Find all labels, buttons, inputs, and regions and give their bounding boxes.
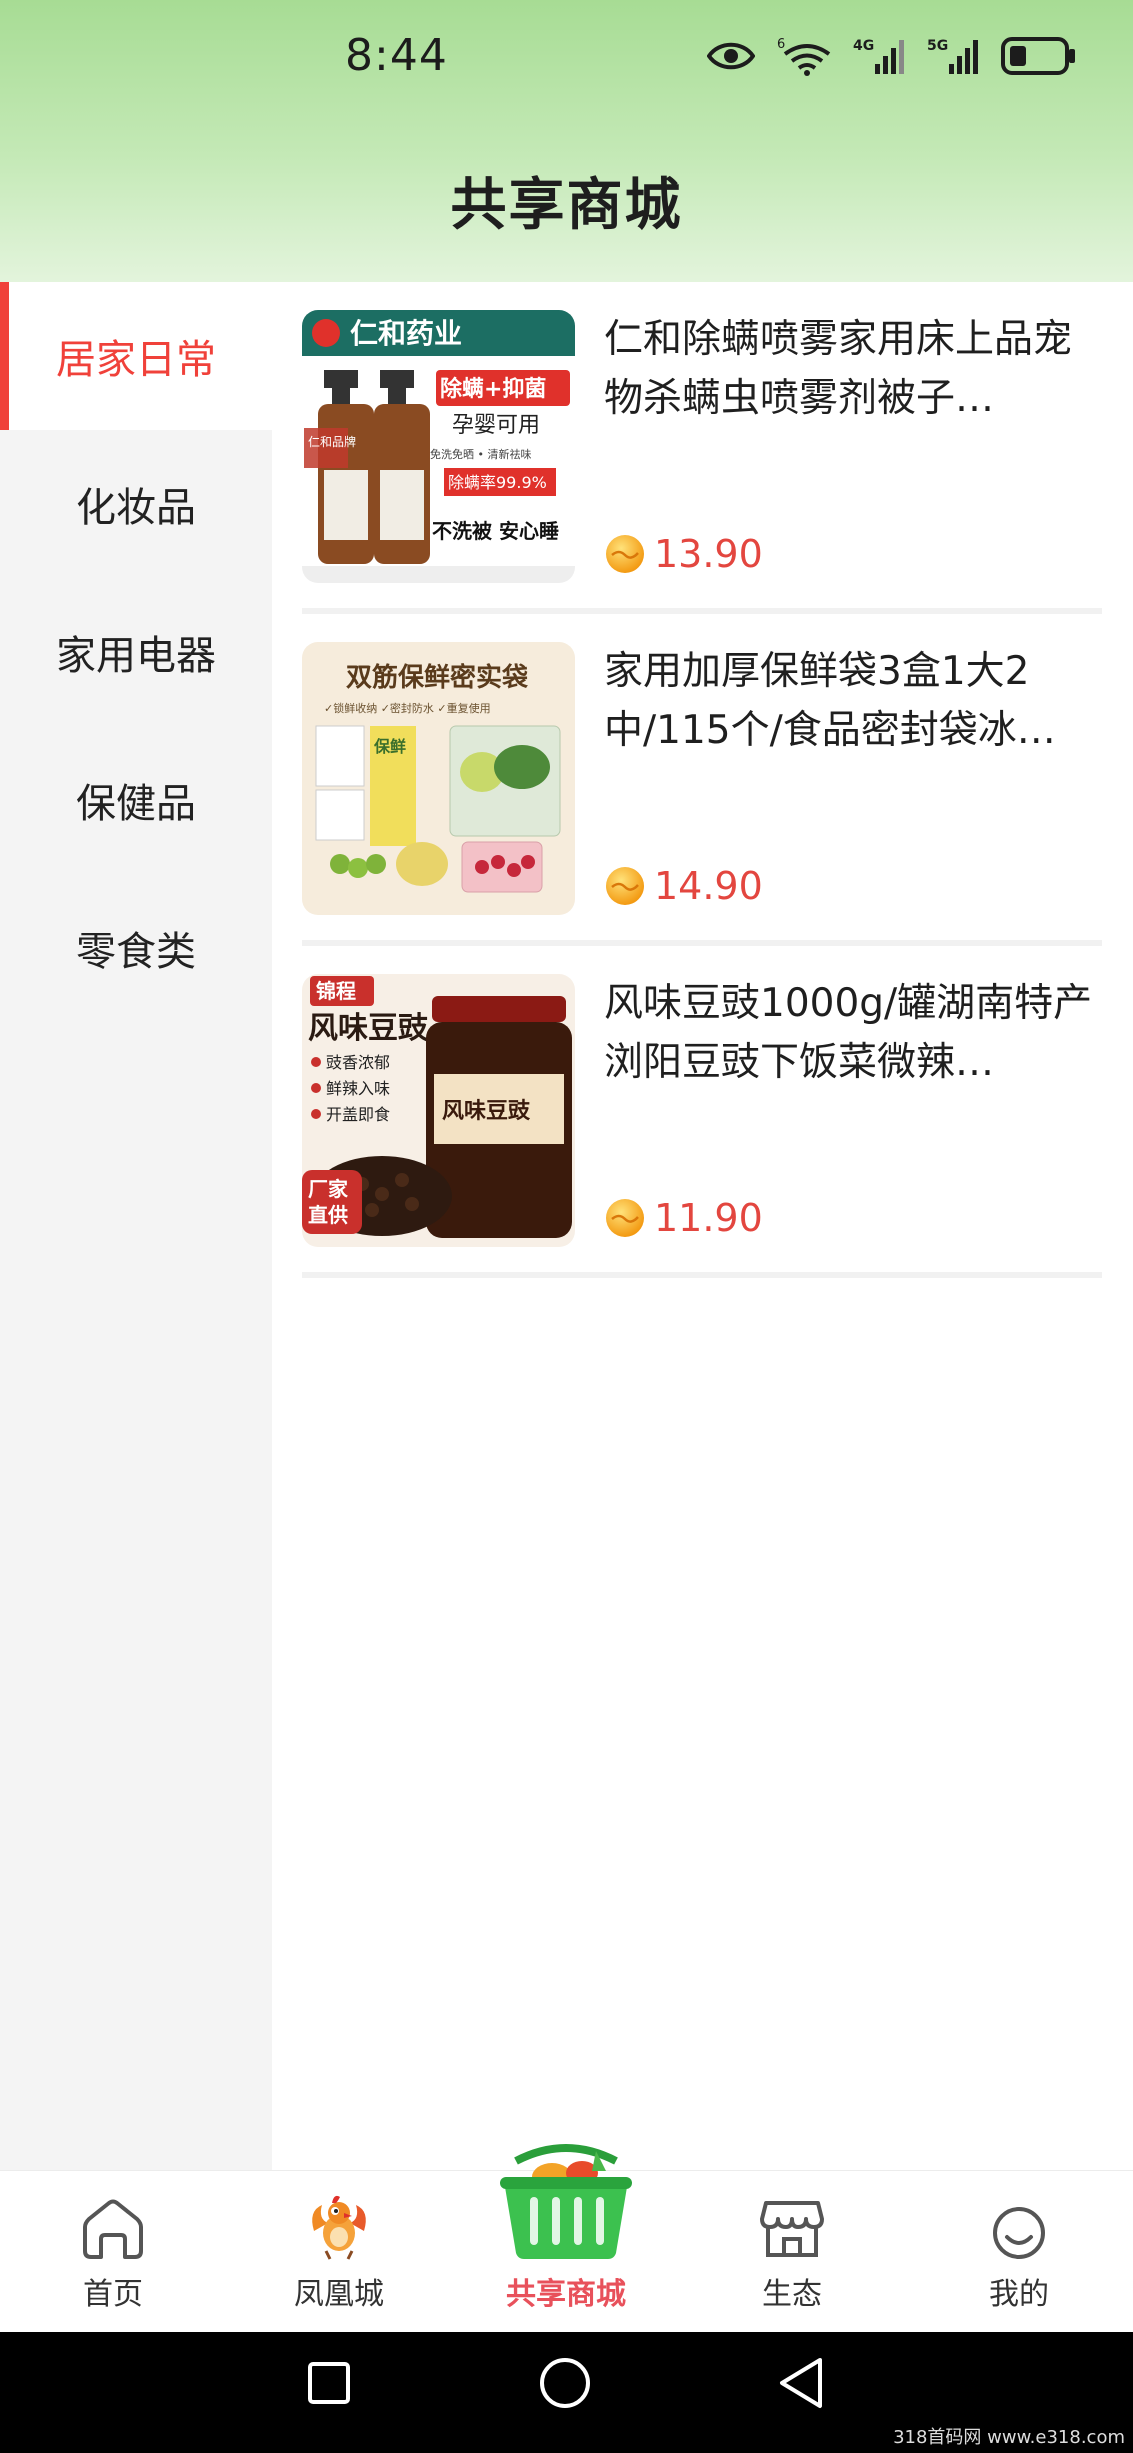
shopping-basket-icon [496,2135,636,2261]
store-icon [758,2191,826,2261]
product-card[interactable]: 双筋保鲜密实袋 ✓锁鲜收纳 ✓密封防水 ✓重复使用 保鲜 家用加厚保鲜袋3盒1大… [302,614,1102,946]
wifi-tag: 6 [777,37,785,52]
category-item-home-daily[interactable]: 居家日常 [0,282,272,430]
badge-line2: 直供 [308,1203,348,1227]
nav-item-phoenix[interactable]: 凤凰城 [249,2171,429,2333]
nav-item-ecology[interactable]: 生态 [702,2171,882,2333]
eye-icon [707,42,755,70]
product-image: 双筋保鲜密实袋 ✓锁鲜收纳 ✓密封防水 ✓重复使用 保鲜 [302,642,575,915]
side-tag: 仁和品牌 [308,435,356,449]
category-item-cosmetics[interactable]: 化妆品 [0,430,272,578]
signal-5g-icon: 5G [927,38,978,74]
coin-icon [606,867,644,905]
product-image: 锦程 风味豆豉 豉香浓郁 鲜辣入味 开盖即食 风味豆豉 厂家 直供 [302,974,575,1247]
sauce-headline: 风味豆豉 [308,1011,429,1046]
product-card[interactable]: 锦程 风味豆豉 豉香浓郁 鲜辣入味 开盖即食 风味豆豉 厂家 直供 风味豆豉10… [302,946,1102,1278]
wifi-icon: 6 [777,37,831,76]
nav-item-profile[interactable]: 我的 [929,2171,1109,2333]
category-sidebar: 居家日常 化妆品 家用电器 保健品 零食类 [0,282,272,2170]
tag2-text: 孕婴可用 [452,413,540,438]
product-price: 13.90 [654,532,763,576]
watermark: 318首码网 www.e318.com [893,2427,1125,2448]
nav-label-phoenix: 凤凰城 [294,2277,384,2312]
recent-apps-icon[interactable] [306,2360,352,2406]
point-2: 鲜辣入味 [326,1079,390,1098]
bag-label: 保鲜 [373,737,406,756]
brand-text: 仁和药业 [350,317,462,350]
product-title: 家用加厚保鲜袋3盒1大2中/115个/食品密封袋冰… [604,649,1056,753]
product-title: 仁和除螨喷雾家用床上品宠物杀螨虫喷雾剂被子… [604,317,1073,421]
app-header: 8:44 6 4G 5G 共享商城 [0,0,1133,282]
point-3: 开盖即食 [326,1105,390,1124]
product-price: 14.90 [654,864,763,908]
tag3-text: 免洗免晒 • 清新祛味 [430,447,531,461]
coin-icon [606,1199,644,1237]
nav-item-shop[interactable]: 共享商城 [476,2144,656,2333]
point-1: 豉香浓郁 [326,1053,390,1072]
bag-features: ✓锁鲜收纳 ✓密封防水 ✓重复使用 [324,701,491,715]
badge-line1: 厂家 [308,1177,349,1201]
home-circle-icon[interactable] [538,2356,592,2410]
product-price: 11.90 [654,1196,763,1240]
home-icon [79,2191,147,2261]
smiley-icon [991,2191,1047,2261]
category-item-appliances[interactable]: 家用电器 [0,578,272,726]
product-image: 仁和药业 仁和品牌 除螨+抑菌 孕婴可用 免洗免晒 • 清新祛味 除螨率99.9… [302,310,575,583]
category-item-snacks[interactable]: 零食类 [0,874,272,1022]
price-row: 14.90 [604,864,763,908]
phoenix-icon [304,2191,374,2261]
jar-label: 风味豆豉 [442,1099,531,1124]
bottom-nav: 首页 凤凰城 共享商城 生态 我的 [0,2144,1133,2333]
product-card[interactable]: 仁和药业 仁和品牌 除螨+抑菌 孕婴可用 免洗免晒 • 清新祛味 除螨率99.9… [302,282,1102,614]
signal-4g-icon: 4G [853,38,904,74]
nav-item-home[interactable]: 首页 [23,2171,203,2333]
page-title: 共享商城 [450,173,683,238]
coin-icon [606,535,644,573]
nav-label-home: 首页 [83,2277,143,2312]
battery-icon [1001,37,1075,75]
category-item-health[interactable]: 保健品 [0,726,272,874]
status-time: 8:44 [345,30,448,81]
price-row: 13.90 [604,532,763,576]
nav-label-shop: 共享商城 [506,2277,626,2312]
product-title: 风味豆豉1000g/罐湖南特产浏阳豆豉下饭菜微辣… [604,981,1093,1085]
status-icons: 6 4G 5G [707,36,1077,76]
price-row: 11.90 [604,1196,763,1240]
tag4-text: 除螨率99.9% [448,473,547,492]
bag-headline: 双筋保鲜密实袋 [346,662,529,693]
system-nav-bar: 318首码网 www.e318.com [0,2332,1133,2453]
tag5-text: 不洗被 安心睡 [432,519,559,543]
back-triangle-icon[interactable] [776,2356,826,2410]
tag1-text: 除螨+抑菌 [440,376,546,402]
nav-label-ecology: 生态 [762,2277,822,2312]
brand-badge: 锦程 [316,979,356,1003]
net2-label: 5G [927,38,948,54]
status-bar: 8:44 6 4G 5G [0,0,1133,125]
nav-label-profile: 我的 [989,2277,1049,2312]
net1-label: 4G [853,38,874,54]
